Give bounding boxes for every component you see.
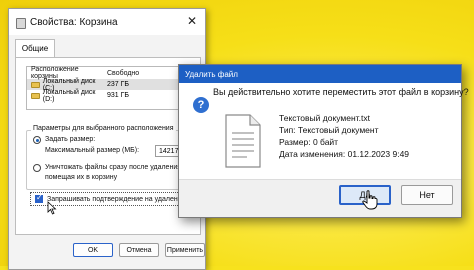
properties-titlebar: Свойства: Корзина [9,9,205,35]
ok-button[interactable]: OK [73,243,113,257]
tab-general[interactable]: Общие [15,39,55,57]
locations-list: Расположение корзины Свободно Локальный … [26,66,192,110]
recycle-bin-properties-window: Свойства: Корзина ✕ Общие Расположение к… [8,8,206,270]
delete-immediately-radio[interactable] [33,164,41,172]
cancel-button[interactable]: Отмена [119,243,159,257]
drive-icon [31,81,40,88]
file-name: Текстовый документ.txt [279,113,370,123]
delete-file-dialog: Удалить файл ? Вы действительно хотите п… [178,64,469,218]
file-modified: Дата изменения: 01.12.2023 9:49 [279,149,410,159]
free-column-header[interactable]: Свободно [107,70,139,77]
custom-size-radio[interactable] [33,136,41,144]
file-type: Тип: Текстовый документ [279,125,379,135]
dialog-question: Вы действительно хотите переместить этот… [213,87,469,97]
dialog-titlebar: Удалить файл [179,65,461,83]
parameters-legend: Параметры для выбранного расположения [31,125,176,132]
location-row-d[interactable]: Локальный диск (D:) 931 ГБ [27,88,191,103]
general-tab-panel: Расположение корзины Свободно Локальный … [15,57,201,235]
custom-size-label: Задать размер: [45,136,96,143]
dialog-title: Удалить файл [185,69,238,79]
properties-title: Свойства: Корзина [30,16,118,28]
text-document-icon [225,114,261,168]
close-button[interactable]: ✕ [187,14,197,28]
location-free: 237 ГБ [107,81,130,88]
location-parameters-group: Параметры для выбранного расположения За… [26,125,193,190]
file-size: Размер: 0 байт [279,137,339,147]
location-name: Локальный диск (D:) [42,88,96,103]
no-button[interactable]: Нет [401,185,453,205]
recycle-bin-icon [15,17,26,29]
delete-immediately-label-2: помещая их в корзину [45,174,118,181]
drive-icon [31,92,40,99]
cursor-icon [47,201,57,215]
properties-tabs: Общие [15,39,205,57]
confirm-delete-label: Запрашивать подтверждение на удаление [47,195,186,203]
hand-cursor-icon [362,190,378,210]
max-size-label: Максимальный размер (МБ): [45,147,140,154]
question-icon: ? [193,97,209,113]
properties-buttons: OK Отмена Применить [73,243,205,257]
apply-button[interactable]: Применить [165,243,205,257]
delete-immediately-label: Уничтожать файлы сразу после удаления, н… [45,164,193,171]
location-free: 931 ГБ [107,92,130,99]
confirm-delete-checkbox[interactable] [35,193,43,203]
